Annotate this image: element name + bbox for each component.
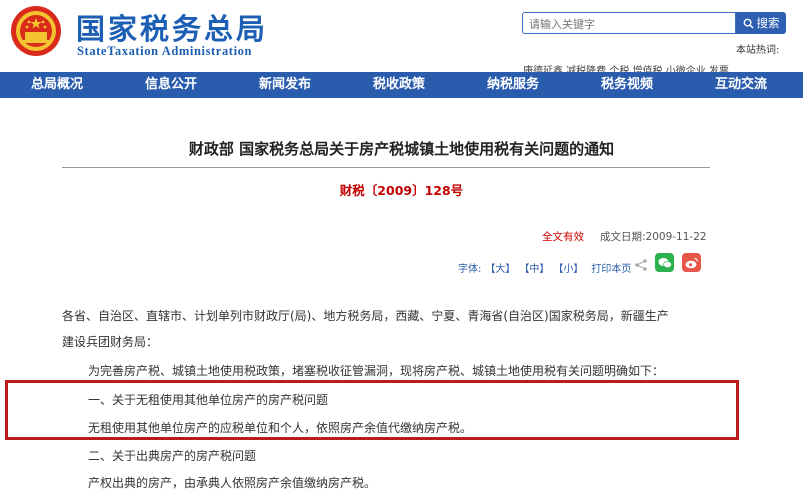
nav-item-overview[interactable]: 总局概况: [0, 72, 114, 98]
site-logo-english[interactable]: StateTaxation Administration: [77, 44, 252, 59]
share-icon[interactable]: [634, 258, 648, 272]
weibo-share-icon[interactable]: [682, 253, 701, 272]
search-button[interactable]: 搜索: [736, 12, 786, 34]
article-title: 财政部 国家税务总局关于房产税城镇土地使用税有关问题的通知: [188, 140, 615, 158]
main-nav: 总局概况 信息公开 新闻发布 税收政策 纳税服务 税务视频 互动交流: [0, 72, 803, 98]
font-size-label: 字体:: [458, 264, 482, 275]
national-emblem-icon: [11, 6, 61, 56]
wechat-glyph-icon: [658, 257, 672, 268]
site-logo-chinese[interactable]: 国家税务总局: [76, 6, 268, 48]
site-header: 国家税务总局 StateTaxation Administration 搜索 本…: [0, 0, 803, 77]
search-input[interactable]: [523, 14, 735, 35]
font-size-tools: 字体: 【大】 【中】 【小】 打印本页: [458, 260, 631, 275]
nav-item-news[interactable]: 新闻发布: [228, 72, 342, 98]
font-large-link[interactable]: 【大】: [485, 260, 515, 275]
section-2-title: 二、关于出典房产的房产税问题: [88, 449, 257, 463]
recipients-line-1: 各省、自治区、直辖市、计划单列市财政厅(局)、地方税务局，西藏、宁夏、青海省(自…: [62, 309, 669, 323]
font-small-link[interactable]: 【小】: [553, 260, 583, 275]
nav-item-taxpayer-service[interactable]: 纳税服务: [456, 72, 570, 98]
print-link[interactable]: 打印本页: [591, 260, 631, 275]
weibo-glyph-icon: [685, 257, 698, 268]
document-number: 财税〔2009〕128号: [339, 183, 464, 198]
search-icon: [743, 18, 754, 29]
nav-item-tax-video[interactable]: 税务视频: [570, 72, 684, 98]
nav-item-info-disclosure[interactable]: 信息公开: [114, 72, 228, 98]
nav-item-tax-policy[interactable]: 税收政策: [342, 72, 456, 98]
title-divider: [62, 167, 710, 168]
recipients-line-2: 建设兵团财务局：: [62, 335, 159, 349]
intro-paragraph: 为完善房产税、城镇土地使用税政策，堵塞税收征管漏洞，现将房产税、城镇土地使用税有…: [88, 364, 665, 378]
hot-words-label: 本站热词:: [736, 45, 780, 56]
section-2-body: 产权出典的房产，由承典人依照房产余值缴纳房产税。: [88, 476, 377, 490]
highlight-box: [5, 380, 739, 440]
nav-item-interaction[interactable]: 互动交流: [684, 72, 798, 98]
search-button-label: 搜索: [756, 16, 780, 30]
issue-date: 成文日期:2009-11-22: [600, 231, 707, 243]
wechat-share-icon[interactable]: [655, 253, 674, 272]
validity-status: 全文有效: [542, 231, 584, 243]
font-medium-link[interactable]: 【中】: [519, 260, 549, 275]
search-box[interactable]: [522, 12, 736, 35]
